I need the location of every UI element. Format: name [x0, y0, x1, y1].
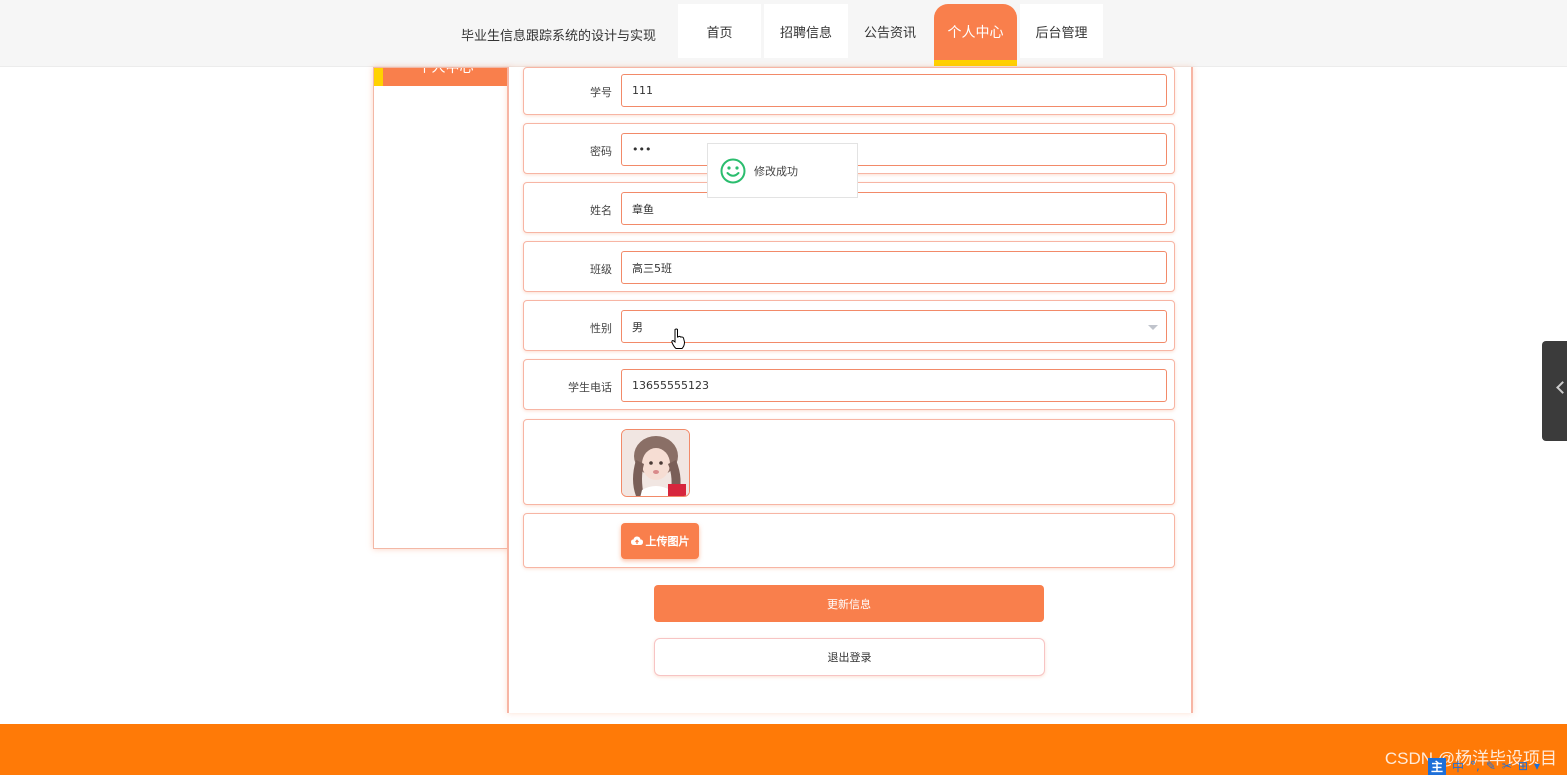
student-id-label: 学号 — [590, 86, 612, 99]
ime-mode-icon[interactable]: 主 — [1428, 757, 1447, 775]
toast-message: 修改成功 — [754, 164, 798, 178]
upload-image-button[interactable]: 上传图片 — [621, 523, 699, 559]
footer-bar: CSDN @杨洋毕设项目 — [0, 724, 1567, 775]
name-input[interactable]: 章鱼 — [621, 192, 1167, 225]
ime-dropdown-icon[interactable]: ▾ — [1534, 759, 1540, 773]
class-label: 班级 — [590, 263, 612, 276]
logout-button[interactable]: 退出登录 — [654, 638, 1045, 676]
ime-toolbar: 主 中 °, ✎ ✂ ⊞ ▾ — [1428, 757, 1567, 775]
cloud-upload-icon — [630, 536, 643, 545]
ime-pen-icon[interactable]: ✎ — [1486, 759, 1496, 773]
ime-keyboard-icon[interactable]: ⊞ — [1518, 759, 1528, 773]
student-id-input[interactable]: 111 — [621, 74, 1167, 107]
form-row-class: 班级 高三5班 — [523, 241, 1175, 292]
form-row-avatar — [523, 419, 1175, 505]
chevron-down-icon[interactable] — [1148, 325, 1158, 330]
password-label: 密码 — [590, 145, 612, 158]
nav-home[interactable]: 首页 — [678, 4, 761, 58]
form-row-upload: 上传图片 — [523, 513, 1175, 568]
nav-recruitment[interactable]: 招聘信息 — [764, 4, 848, 58]
sidebar-card: 个人中心 — [373, 67, 509, 549]
form-row-phone: 学生电话 13655555123 — [523, 359, 1175, 410]
smile-icon — [720, 158, 746, 183]
ime-punct-icon[interactable]: °, — [1470, 759, 1480, 773]
gender-label: 性别 — [590, 322, 612, 335]
phone-label: 学生电话 — [568, 381, 612, 394]
upload-image-label: 上传图片 — [645, 535, 690, 548]
ime-scissors-icon[interactable]: ✂ — [1502, 759, 1512, 773]
sidebar-title[interactable]: 个人中心 — [374, 68, 508, 86]
side-panel-tab[interactable] — [1542, 341, 1567, 441]
name-label: 姓名 — [590, 204, 612, 217]
nav-personal-center[interactable]: 个人中心 — [934, 4, 1017, 66]
nav-admin[interactable]: 后台管理 — [1020, 4, 1103, 58]
site-title: 毕业生信息跟踪系统的设计与实现 — [461, 29, 657, 44]
form-row-student-id: 学号 111 — [523, 67, 1175, 115]
password-input[interactable]: ••• — [621, 133, 1167, 166]
success-toast: 修改成功 — [707, 143, 858, 198]
gender-select[interactable]: 男 — [621, 310, 1167, 343]
update-info-button[interactable]: 更新信息 — [654, 585, 1044, 622]
form-row-gender: 性别 男 — [523, 300, 1175, 351]
phone-input[interactable]: 13655555123 — [621, 369, 1167, 402]
ime-lang-icon[interactable]: 中 — [1452, 758, 1464, 775]
hand-cursor-icon — [671, 328, 686, 349]
chevron-left-icon — [1556, 381, 1567, 394]
nav-announcements[interactable]: 公告资讯 — [850, 4, 930, 58]
avatar-image — [621, 429, 690, 497]
top-nav-bar: 毕业生信息跟踪系统的设计与实现 首页 招聘信息 公告资讯 个人中心 后台管理 — [0, 0, 1567, 67]
gender-value: 男 — [632, 320, 643, 334]
class-input[interactable]: 高三5班 — [621, 251, 1167, 284]
